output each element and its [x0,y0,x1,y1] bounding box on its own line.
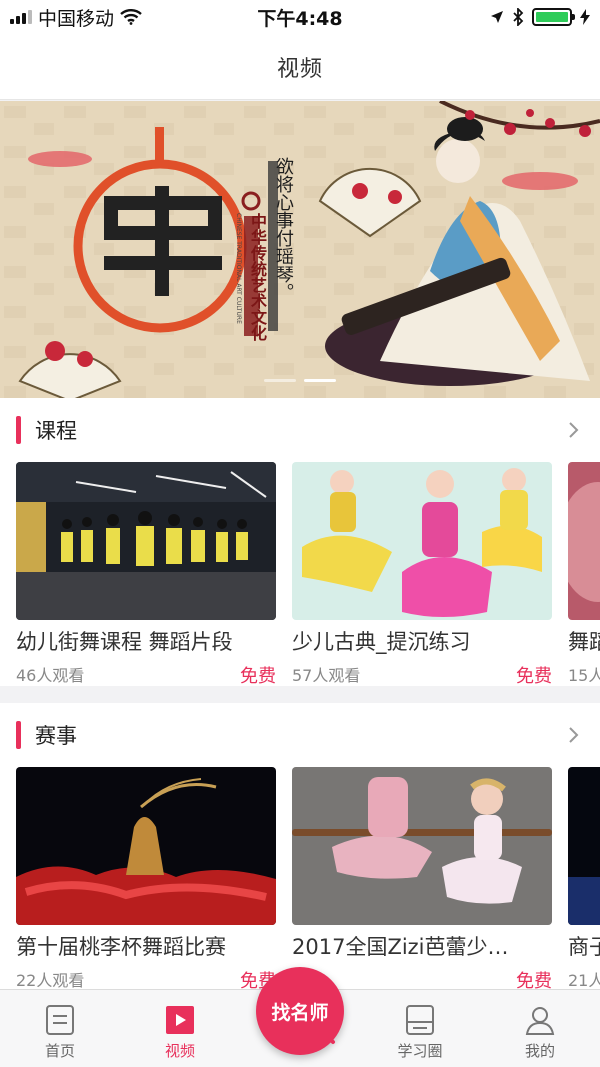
chevron-right-icon[interactable] [564,725,584,745]
find-teacher-button[interactable]: 找名师 [256,967,344,1055]
nav-bar: 视频 [0,34,600,100]
view-count: 46人观看 [16,666,85,685]
video-thumbnail [292,767,552,925]
page-title: 视频 [276,56,323,82]
location-arrow-icon [491,11,503,23]
signal-strength-icon [10,10,32,24]
video-thumbnail [568,462,600,620]
carrier-label: 中国移动 [38,7,115,30]
book-icon [406,1005,434,1035]
card-title: 舞蹈 [568,630,600,654]
section-title: 课程 [35,419,77,443]
play-icon [166,1006,194,1034]
banner-poem: 欲将心事付瑶琴。 [273,157,294,301]
banner-brand: 中华传统艺术文化 [248,213,267,341]
carousel-dot[interactable] [264,379,296,382]
section-accent-bar [16,721,21,749]
price-badge: 免费 [240,666,276,687]
tab-study-circle[interactable]: 学习圈 [360,990,480,1067]
video-thumbnail [16,767,276,925]
card-title: 第十届桃李杯舞蹈比赛 [16,935,226,959]
tab-video[interactable]: 视频 [120,990,240,1067]
banner-brand-en: CHINESE TRADITIONAL ART CULTURE [235,213,242,324]
section-accent-bar [16,416,21,444]
find-teacher-label: 找名师 [271,1001,329,1024]
tab-profile[interactable]: 我的 [480,990,600,1067]
video-card[interactable]: 幼儿街舞课程 舞蹈片段 46人观看 免费 [16,462,276,688]
home-doc-icon [46,1005,74,1035]
section-competitions: 赛事 第十届桃李杯舞蹈比赛 22人观看 免费 2017全国Zizi芭蕾少… 免费… [0,703,600,992]
chevron-right-icon[interactable] [564,420,584,440]
video-thumbnail [16,462,276,620]
section-header[interactable]: 赛事 [0,703,600,767]
battery-icon [532,8,575,26]
view-count: 57人观看 [292,666,361,685]
carousel-indicator [0,379,600,382]
video-card[interactable]: 第十届桃李杯舞蹈比赛 22人观看 免费 [16,767,276,993]
bluetooth-icon [513,8,524,26]
status-bar: 中国移动 下午4:48 [0,0,600,34]
tab-label: 我的 [524,1042,555,1060]
card-title: 2017全国Zizi芭蕾少… [292,935,509,959]
card-title: 商子 [568,935,600,959]
charging-bolt-icon [580,9,590,25]
card-list: 幼儿街舞课程 舞蹈片段 46人观看 免费 少儿古典_提沉练习 57人观看 免费 … [0,462,600,692]
section-title: 赛事 [35,724,77,748]
video-thumbnail [568,767,600,925]
view-count: 21人 [568,971,600,990]
card-title: 幼儿街舞课程 舞蹈片段 [16,630,233,654]
video-card[interactable]: 2017全国Zizi芭蕾少… 观看 免费 [292,767,552,993]
video-thumbnail [292,462,552,620]
price-badge: 免费 [516,666,552,687]
carousel-dot-active[interactable] [304,379,336,382]
video-card[interactable]: 舞蹈 15人 [568,462,600,686]
view-count: 15人 [568,666,600,685]
banner-carousel[interactable]: 欲将心事付瑶琴。 中华传统艺术文化 CHINESE TRADITIONAL AR… [0,101,600,398]
tab-home[interactable]: 首页 [0,990,120,1067]
video-card[interactable]: 少儿古典_提沉练习 57人观看 免费 [292,462,552,688]
card-title: 少儿古典_提沉练习 [292,630,471,654]
search-icon [319,1028,335,1044]
tab-label: 学习圈 [397,1042,443,1060]
wifi-icon [120,9,142,25]
tab-label: 首页 [44,1042,75,1060]
card-list: 第十届桃李杯舞蹈比赛 22人观看 免费 2017全国Zizi芭蕾少… 观看 [0,767,600,997]
banner-image [0,101,600,398]
video-card[interactable]: 商子 21人 [568,767,600,991]
section-courses: 课程 幼儿街舞课程 舞蹈片段 46人观看 免费 少儿古典_提沉练习 57人观看 … [0,398,600,687]
tab-label: 视频 [164,1042,195,1060]
user-icon [525,1007,555,1035]
section-header[interactable]: 课程 [0,398,600,462]
